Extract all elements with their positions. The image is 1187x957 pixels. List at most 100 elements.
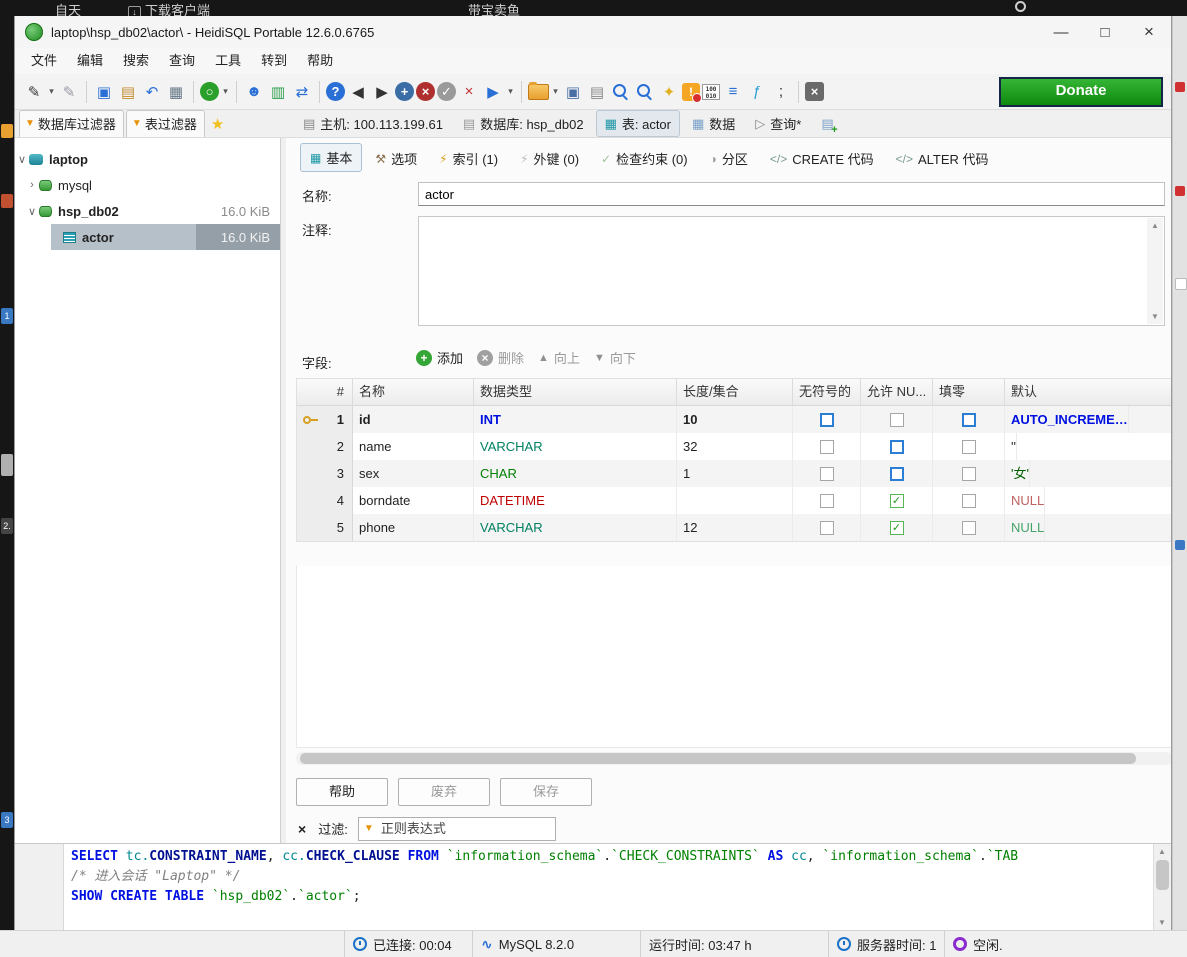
horizontal-scrollbar[interactable] (296, 752, 1171, 765)
column-header[interactable]: 数据类型 (474, 379, 677, 405)
scrollbar[interactable]: ▲ ▼ (1147, 218, 1163, 324)
zerofill-checkbox[interactable] (962, 440, 976, 454)
field-length-cell[interactable]: 1 (677, 460, 793, 487)
allow-null-checkbox[interactable]: ✓ (890, 521, 904, 535)
column-header[interactable]: 长度/集合 (677, 379, 793, 405)
field-name-cell[interactable]: borndate (353, 487, 474, 514)
table-filter-tab[interactable]: ▼ 表过滤器 (126, 110, 205, 137)
field-name-cell[interactable]: sex (353, 460, 474, 487)
toolbar-session-manager-icon[interactable]: ☻ (243, 81, 265, 103)
menu-item[interactable]: 工具 (205, 48, 251, 74)
table-name-input[interactable] (418, 182, 1165, 206)
column-header[interactable]: # (297, 379, 353, 405)
host-tab[interactable]: ▤主机: 100.113.199.61 (295, 111, 451, 136)
field-default-cell[interactable]: AUTO_INCREME… (1005, 406, 1129, 433)
unsigned-checkbox[interactable] (820, 521, 834, 535)
toolbar-warning-icon[interactable]: ! (682, 83, 700, 101)
toolbar-close-panel-icon[interactable]: × (805, 82, 824, 101)
field-default-cell[interactable]: '' (1005, 433, 1017, 460)
field-length-cell[interactable]: 10 (677, 406, 793, 433)
toolbar-find-replace-icon[interactable] (634, 81, 656, 103)
database-tab[interactable]: ▤数据库: hsp_db02 (455, 111, 592, 136)
field-name-cell[interactable]: phone (353, 514, 474, 541)
toolbar-connect-icon[interactable]: ○ (200, 82, 219, 101)
title-bar[interactable]: laptop\hsp_db02\actor\ - HeidiSQL Portab… (15, 16, 1171, 48)
toolbar-goto-first-icon[interactable]: ◀ (347, 81, 369, 103)
field-type-cell[interactable]: DATETIME (474, 487, 677, 514)
toolbar-help-icon[interactable]: ? (326, 82, 345, 101)
tab-partitions[interactable]: ◑分区 (701, 145, 757, 172)
field-name-cell[interactable]: name (353, 433, 474, 460)
unsigned-checkbox[interactable] (820, 413, 834, 427)
expand-icon[interactable]: › (25, 179, 39, 191)
tab-basic[interactable]: ▦基本 (300, 143, 362, 172)
column-header[interactable]: 允许 NU... (861, 379, 933, 405)
field-length-cell[interactable]: 32 (677, 433, 793, 460)
column-header[interactable]: 无符号的 (793, 379, 861, 405)
column-header[interactable]: 填零 (933, 379, 1005, 405)
dropdown-arrow-icon[interactable]: ▾ (551, 86, 560, 97)
scrollbar-thumb[interactable] (300, 753, 1136, 764)
field-default-cell[interactable]: NULL (1005, 487, 1045, 514)
menu-item[interactable]: 帮助 (297, 48, 343, 74)
field-type-cell[interactable]: CHAR (474, 460, 677, 487)
tab-indexes[interactable]: ⚡索引 (1) (430, 145, 507, 172)
favorites-star-icon[interactable]: ★ (211, 115, 224, 133)
toolbar-data-sync-icon[interactable]: ⇄ (291, 81, 313, 103)
dropdown-arrow-icon[interactable]: ▾ (47, 86, 56, 97)
table-tab[interactable]: ▦表: actor (596, 110, 680, 137)
zerofill-checkbox[interactable] (962, 413, 976, 427)
toolbar-goto-last-icon[interactable]: ▶ (371, 81, 393, 103)
tab-foreign-keys[interactable]: ⚡外键 (0) (511, 145, 588, 172)
close-filter-icon[interactable]: × (298, 821, 306, 837)
allow-null-checkbox[interactable]: ✓ (890, 494, 904, 508)
add-field-button[interactable]: +添加 (416, 348, 463, 367)
database-filter-tab[interactable]: ▼ 数据库过滤器 (19, 110, 124, 137)
menu-item[interactable]: 编辑 (67, 48, 113, 74)
allow-null-checkbox[interactable] (890, 467, 904, 481)
toolbar-save-icon[interactable]: ▣ (562, 81, 584, 103)
field-row[interactable]: 3sexCHAR1'女' (297, 460, 1171, 487)
field-length-cell[interactable]: 12 (677, 514, 793, 541)
field-row[interactable]: 4borndateDATETIME✓NULL (297, 487, 1171, 514)
toolbar-run-query-icon[interactable]: ▶ (482, 81, 504, 103)
unsigned-checkbox[interactable] (820, 467, 834, 481)
minimize-button[interactable]: — (1039, 17, 1083, 47)
field-default-cell[interactable]: NULL (1005, 514, 1045, 541)
menu-item[interactable]: 搜索 (113, 48, 159, 74)
menu-item[interactable]: 转到 (251, 48, 297, 74)
toolbar-export-sql-icon[interactable]: ▤ (586, 81, 608, 103)
toolbar-edit-pen-icon[interactable]: ✎ (23, 81, 45, 103)
field-name-cell[interactable]: id (353, 406, 474, 433)
toolbar-print-icon[interactable]: ▦ (165, 81, 187, 103)
maximize-button[interactable]: □ (1083, 17, 1127, 47)
column-header[interactable]: 名称 (353, 379, 474, 405)
menu-item[interactable]: 查询 (159, 48, 205, 74)
toolbar-semicolon-icon[interactable]: ; (770, 81, 792, 103)
move-down-button[interactable]: ▼向下 (594, 348, 636, 367)
zerofill-checkbox[interactable] (962, 467, 976, 481)
close-button[interactable]: × (1127, 17, 1171, 47)
zerofill-checkbox[interactable] (962, 494, 976, 508)
field-row[interactable]: 1idINT10AUTO_INCREME… (297, 406, 1171, 433)
toolbar-open-file-icon[interactable] (528, 84, 549, 100)
toolbar-undo-icon[interactable]: ↶ (141, 81, 163, 103)
tree-db-mysql[interactable]: › mysql (15, 172, 280, 198)
tree-table-actor[interactable]: actor 16.0 KiB (15, 224, 280, 250)
allow-null-checkbox[interactable] (890, 440, 904, 454)
toolbar-cancel-icon[interactable]: × (458, 81, 480, 103)
allow-null-checkbox[interactable] (890, 413, 904, 427)
tab-alter-code[interactable]: </>ALTER 代码 (887, 145, 998, 172)
toolbar-format-code-icon[interactable]: ƒ (746, 81, 768, 103)
dropdown-arrow-icon[interactable]: ▾ (506, 86, 515, 97)
donate-button[interactable]: Donate (999, 77, 1163, 107)
field-type-cell[interactable]: VARCHAR (474, 514, 677, 541)
field-type-cell[interactable]: INT (474, 406, 677, 433)
toolbar-binary-view-icon[interactable]: 100 010 (702, 84, 720, 100)
collapse-icon[interactable]: ∨ (15, 153, 29, 166)
filter-regex-input[interactable] (358, 817, 556, 841)
tree-db-hsp-db02[interactable]: ∨ hsp_db02 16.0 KiB (15, 198, 280, 224)
scrollbar-thumb[interactable] (1156, 860, 1169, 890)
new-query-tab[interactable]: ▤ (813, 113, 841, 135)
data-tab[interactable]: ▦数据 (684, 111, 743, 136)
